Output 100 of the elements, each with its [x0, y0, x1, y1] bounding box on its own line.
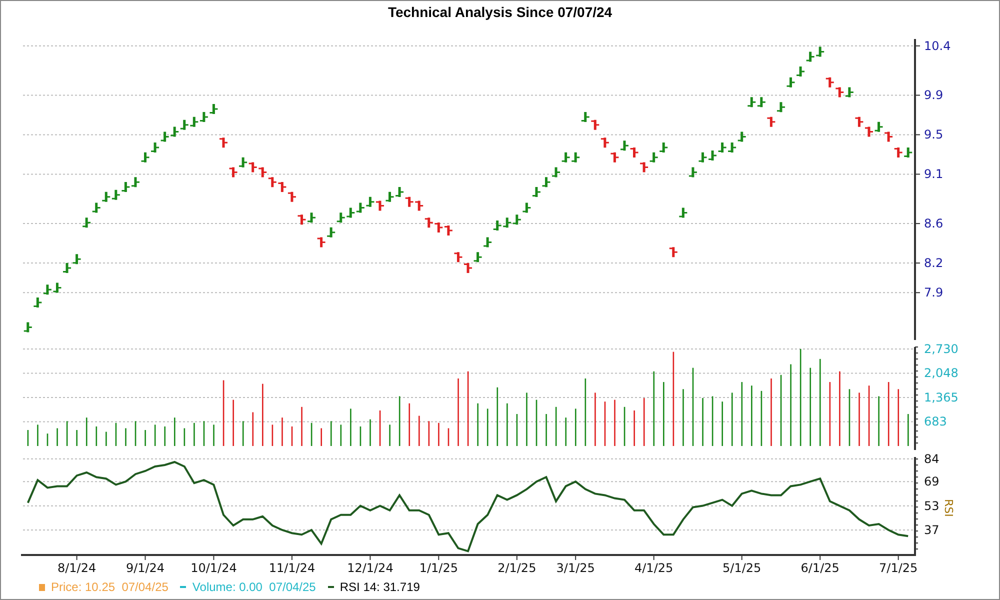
price-bar: [308, 212, 316, 223]
price-bar: [718, 142, 726, 153]
axis-label: 53: [924, 498, 940, 513]
price-bar: [660, 142, 668, 153]
price-bar: [484, 237, 492, 248]
axis-title: RSI: [942, 499, 955, 517]
price-bar: [346, 208, 355, 218]
price-bar: [572, 152, 580, 162]
axis-label: 84: [924, 452, 940, 466]
price-bar: [386, 192, 394, 202]
legend-label: Volume: 0.00 07/04/25: [192, 580, 316, 594]
price-bar: [102, 192, 110, 202]
axis-label: 2,730: [924, 342, 958, 356]
price-bar: [600, 138, 609, 148]
price-bar: [826, 77, 834, 88]
price-bar: [248, 162, 257, 172]
price-bar: [865, 126, 873, 137]
axis-label: 9.1: [924, 167, 944, 182]
price-bar: [708, 150, 716, 160]
axis-label: 683: [924, 414, 947, 429]
axis-label: 8.6: [924, 216, 944, 231]
price-bar: [268, 177, 276, 188]
price-bar: [63, 262, 71, 273]
price-bar: [288, 192, 296, 202]
price-bar: [258, 167, 267, 178]
price-bar: [170, 126, 179, 137]
legend-label: Price: 10.25 07/04/25: [51, 580, 168, 594]
price-bar: [210, 104, 218, 114]
axis-label: 3/1/25: [556, 561, 595, 575]
price-bar: [806, 52, 814, 62]
price-bar: [630, 147, 638, 158]
axis-label: 8.2: [924, 256, 944, 270]
price-bar: [92, 202, 100, 213]
price-bar: [757, 97, 766, 108]
price-bar: [728, 142, 736, 153]
price-bar: [816, 46, 824, 57]
price-bar: [317, 237, 326, 248]
price-bar: [24, 322, 32, 332]
price-bar: [688, 167, 697, 178]
price-bar: [748, 97, 756, 108]
price-bar: [122, 182, 130, 192]
price-bar: [904, 147, 912, 158]
price-bar: [581, 112, 590, 122]
axis-label: 37: [924, 523, 940, 538]
price-bar: [131, 177, 140, 188]
price-bar: [327, 227, 336, 238]
price-bar: [894, 147, 902, 158]
price-bar: [542, 177, 550, 188]
price-bar: [278, 182, 286, 192]
price-bar: [738, 132, 746, 142]
price-bar: [424, 218, 433, 228]
axis-label: 9.5: [924, 128, 944, 142]
legend-label: RSI 14: 31.719: [340, 580, 420, 594]
price-bar: [72, 254, 81, 264]
price-bar: [650, 152, 658, 162]
price-bar: [444, 225, 452, 236]
price-bar: [786, 77, 795, 88]
chart-title: Technical Analysis Since 07/07/24: [386, 3, 614, 22]
axis-label: 8/1/24: [57, 561, 96, 575]
price-bar: [160, 132, 169, 142]
price-bar: [53, 282, 62, 293]
price-bar: [679, 208, 688, 218]
axis-label: 69: [924, 474, 940, 489]
price-bar: [845, 87, 854, 98]
price-bar: [239, 157, 248, 168]
price-bar: [522, 202, 531, 213]
axis-label: 2/1/25: [498, 561, 536, 575]
price-bar: [464, 262, 472, 273]
price-bar: [532, 186, 540, 197]
axis-label: 12/1/24: [347, 561, 394, 575]
price-bar: [434, 222, 443, 232]
price-bar: [503, 218, 512, 228]
price-bar: [776, 102, 785, 112]
price-bar: [669, 247, 678, 258]
price-bar: [112, 190, 120, 200]
price-bar: [836, 87, 844, 98]
axis-label: 2,048: [924, 366, 958, 380]
price-bar: [796, 66, 805, 77]
price-bar: [454, 252, 462, 262]
price-bar: [220, 138, 228, 148]
price-bar: [493, 220, 502, 231]
price-bar: [640, 162, 648, 172]
axis-label: 6/1/25: [800, 561, 840, 575]
axis-label: 10.4: [924, 38, 951, 53]
price-bar: [405, 196, 414, 207]
price-bar: [151, 142, 160, 153]
price-bar: [82, 218, 91, 228]
price-bar: [190, 116, 198, 127]
price-bar: [591, 120, 600, 130]
axis-label: 11/1/24: [268, 561, 316, 575]
price-bar: [229, 167, 238, 178]
price-bar: [396, 186, 404, 197]
price-bar: [298, 214, 306, 225]
axis-label: 5/1/25: [722, 561, 762, 575]
axis-label: 10/1/24: [190, 561, 237, 575]
price-bar: [855, 116, 864, 127]
price-bar: [767, 116, 776, 127]
price-bar: [620, 140, 628, 151]
price-bar: [34, 298, 42, 308]
axis-label: 9/1/24: [126, 561, 165, 575]
